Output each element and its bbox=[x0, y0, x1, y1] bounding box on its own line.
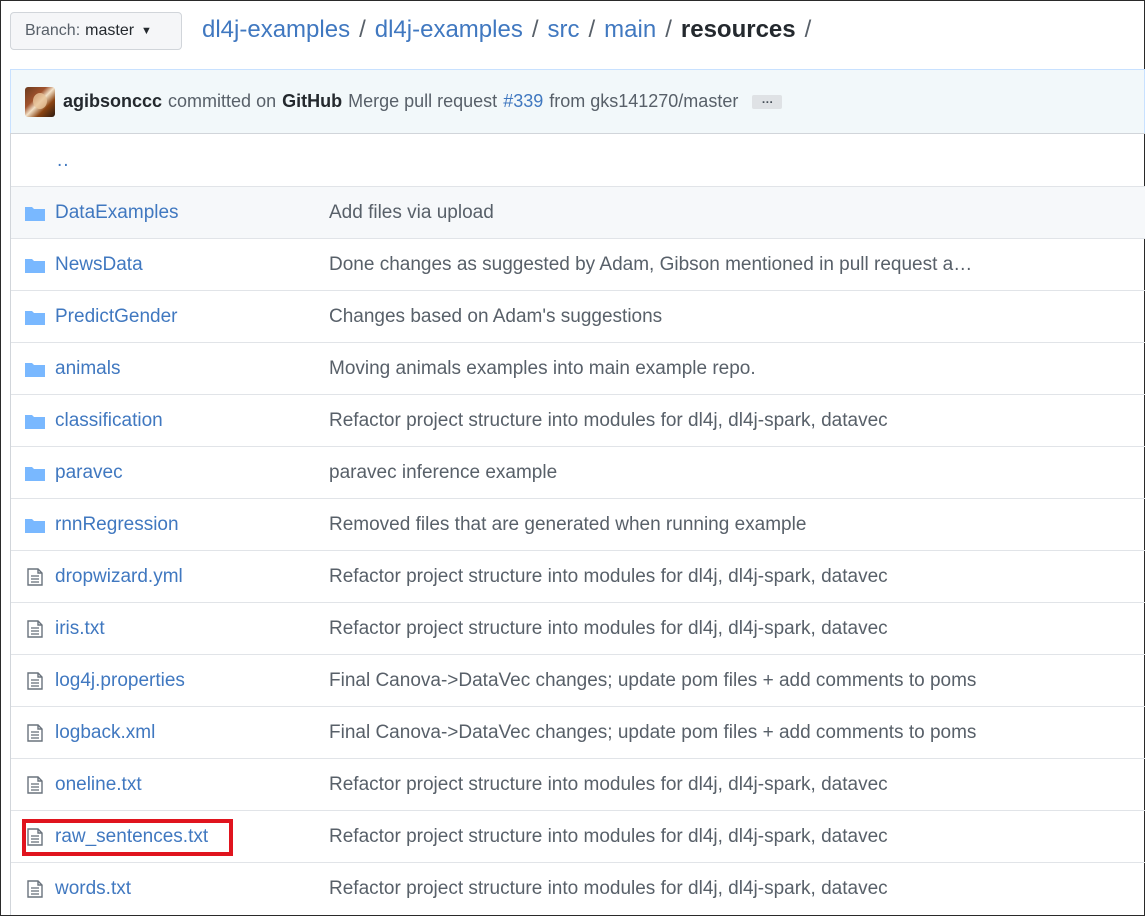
commit-message-link[interactable]: Refactor project structure into modules … bbox=[329, 774, 888, 796]
commit-expand-button[interactable]: … bbox=[752, 93, 783, 109]
branch-value: master bbox=[85, 22, 135, 39]
commit-verb: committed on bbox=[168, 91, 277, 111]
table-row[interactable]: logback.xml Final Canova->DataVec changes… bbox=[11, 707, 1145, 759]
file-name-link[interactable]: raw_sentences.txt bbox=[55, 826, 208, 848]
breadcrumb-separator: / bbox=[588, 16, 596, 43]
file-table: .. DataExamples Add files via upload NewsD… bbox=[10, 133, 1145, 915]
commit-message-link[interactable]: Refactor project structure into modules … bbox=[329, 566, 888, 588]
file-text-icon bbox=[25, 724, 45, 742]
file-name-link[interactable]: log4j.properties bbox=[55, 670, 185, 692]
table-row[interactable]: words.txt Refactor project structure into… bbox=[11, 863, 1145, 915]
file-text-icon bbox=[25, 568, 45, 586]
table-row[interactable]: classification Refactor project structure… bbox=[11, 395, 1145, 447]
file-text-icon bbox=[25, 776, 45, 794]
caret-down-icon: ▼ bbox=[141, 25, 152, 37]
commit-message-link[interactable]: Moving animals examples into main exampl… bbox=[329, 358, 756, 380]
table-row[interactable]: PredictGender Changes based on Adam's sug… bbox=[11, 291, 1145, 343]
commit-message-link[interactable]: Final Canova->DataVec changes; update po… bbox=[329, 670, 976, 692]
breadcrumb-part[interactable]: dl4j-examples bbox=[375, 16, 523, 44]
breadcrumb-current: resources bbox=[680, 16, 796, 43]
commit-message-link[interactable]: Final Canova->DataVec changes; update po… bbox=[329, 722, 976, 744]
table-row[interactable]: log4j.properties Final Canova->DataVec ch… bbox=[11, 655, 1145, 707]
table-row[interactable]: DataExamples Add files via upload bbox=[11, 187, 1145, 239]
file-text-icon bbox=[25, 880, 45, 898]
table-row[interactable]: animals Moving animals examples into main… bbox=[11, 343, 1145, 395]
folder-icon bbox=[25, 308, 45, 326]
file-name-link[interactable]: rnnRegression bbox=[55, 514, 179, 536]
file-name-link[interactable]: paravec bbox=[55, 462, 123, 484]
file-text-icon bbox=[25, 620, 45, 638]
file-name-link[interactable]: oneline.txt bbox=[55, 774, 142, 796]
folder-icon bbox=[25, 516, 45, 534]
commit-message-link[interactable]: Removed files that are generated when ru… bbox=[329, 514, 806, 536]
table-row[interactable]: rnnRegression Removed files that are gene… bbox=[11, 499, 1145, 551]
file-name-link[interactable]: classification bbox=[55, 410, 163, 432]
file-name-link[interactable]: logback.xml bbox=[55, 722, 155, 744]
commit-message-link[interactable]: Done changes as suggested by Adam, Gibso… bbox=[329, 254, 972, 276]
file-text-icon bbox=[25, 828, 45, 846]
commit-message-end[interactable]: from gks141270/master bbox=[549, 91, 738, 112]
breadcrumb-part[interactable]: main bbox=[604, 16, 656, 44]
breadcrumb-separator: / bbox=[359, 16, 366, 43]
breadcrumb-separator: / bbox=[804, 16, 812, 43]
folder-icon bbox=[25, 412, 45, 430]
file-name-link[interactable]: iris.txt bbox=[55, 618, 105, 640]
breadcrumb: dl4j-examples / dl4j-examples / src / ma… bbox=[202, 14, 820, 46]
table-row[interactable]: paravec paravec inference example bbox=[11, 447, 1145, 499]
table-row[interactable]: dropwizard.yml Refactor project structure… bbox=[11, 551, 1145, 603]
file-name-link[interactable]: DataExamples bbox=[55, 202, 179, 224]
table-row[interactable]: iris.txt Refactor project structure into … bbox=[11, 603, 1145, 655]
breadcrumb-part[interactable]: src bbox=[548, 16, 580, 44]
file-name-link[interactable]: NewsData bbox=[55, 254, 143, 276]
branch-label: Branch: bbox=[25, 22, 81, 39]
file-name-link[interactable]: animals bbox=[55, 358, 120, 380]
table-row[interactable]: oneline.txt Refactor project structure in… bbox=[11, 759, 1145, 811]
folder-icon bbox=[25, 464, 45, 482]
parent-directory-row[interactable]: .. bbox=[11, 134, 1145, 187]
folder-icon bbox=[25, 256, 45, 274]
commit-message-link[interactable]: Refactor project structure into modules … bbox=[329, 878, 888, 900]
commit-message-link[interactable]: Refactor project structure into modules … bbox=[329, 410, 888, 432]
commit-author[interactable]: agibsonccc bbox=[63, 91, 162, 112]
table-row[interactable]: raw_sentences.txt Refactor project struct… bbox=[11, 811, 1145, 863]
folder-icon bbox=[25, 204, 45, 222]
commit-message-link[interactable]: Changes based on Adam's suggestions bbox=[329, 306, 662, 328]
commit-message-link[interactable]: Refactor project structure into modules … bbox=[329, 618, 888, 640]
avatar[interactable] bbox=[25, 86, 55, 117]
folder-icon bbox=[25, 360, 45, 378]
commit-message-link[interactable]: Refactor project structure into modules … bbox=[329, 826, 888, 848]
breadcrumb-repo[interactable]: dl4j-examples bbox=[202, 16, 350, 44]
file-name-link[interactable]: PredictGender bbox=[55, 306, 178, 328]
breadcrumb-separator: / bbox=[531, 16, 539, 43]
file-name-link[interactable]: words.txt bbox=[55, 878, 131, 900]
file-name-link[interactable]: dropwizard.yml bbox=[55, 566, 183, 588]
commit-platform: GitHub bbox=[282, 91, 343, 111]
commit-message-link[interactable]: paravec inference example bbox=[329, 462, 557, 484]
branch-select-button[interactable]: Branch: master ▼ bbox=[10, 12, 182, 50]
breadcrumb-separator: / bbox=[665, 16, 672, 43]
file-text-icon bbox=[25, 672, 45, 690]
commit-pr-link[interactable]: #339 bbox=[503, 91, 543, 112]
commit-message-link[interactable]: Add files via upload bbox=[329, 202, 494, 224]
table-row[interactable]: NewsData Done changes as suggested by Ada… bbox=[11, 239, 1145, 291]
commit-message-start[interactable]: Merge pull request bbox=[348, 91, 497, 112]
parent-directory-link[interactable]: .. bbox=[57, 150, 70, 172]
repo-header: Branch: master ▼ dl4j-examples / dl4j-ex… bbox=[10, 10, 1145, 54]
latest-commit-bar: agibsonccc committed on GitHub Merge pul… bbox=[10, 69, 1145, 133]
